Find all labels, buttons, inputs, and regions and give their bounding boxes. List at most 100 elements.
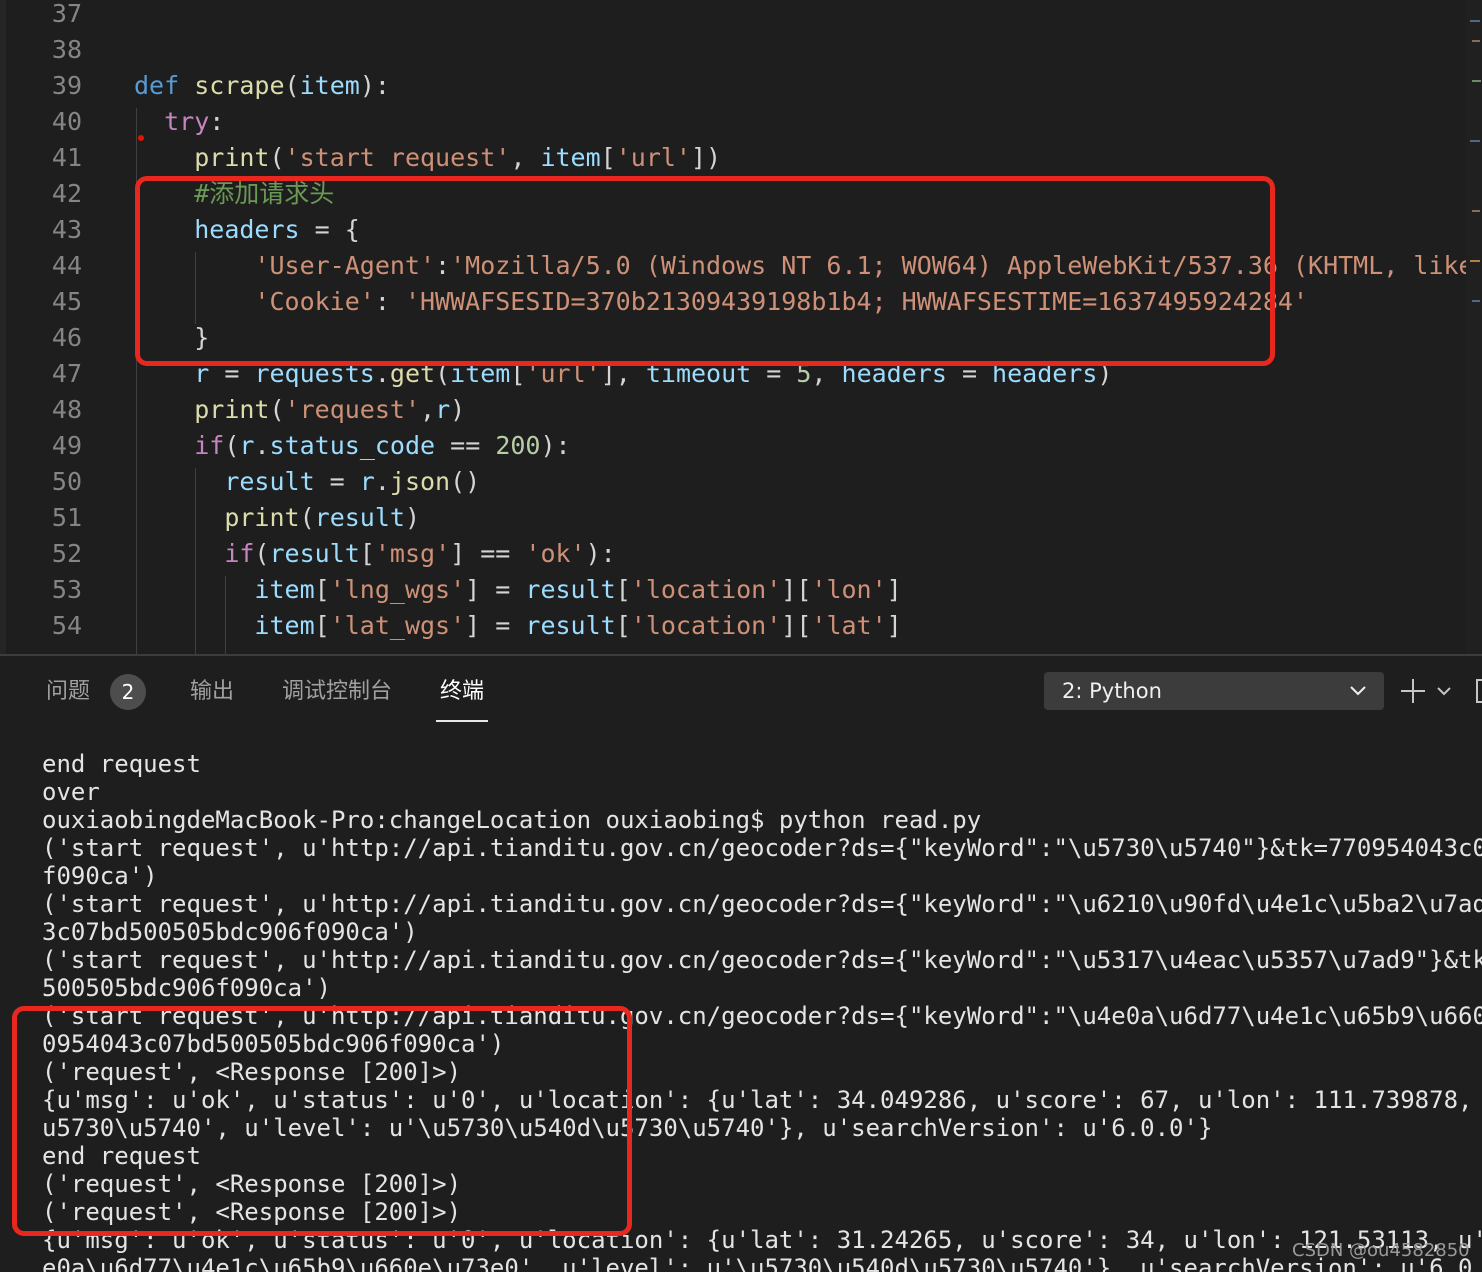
code-token: r xyxy=(359,467,375,496)
code-token: result xyxy=(224,467,315,496)
line-number: 37 xyxy=(51,0,82,28)
code-line: 50 result = r.json() xyxy=(0,464,1466,500)
code-token: . xyxy=(254,431,270,460)
line-number: 42 xyxy=(51,179,82,208)
line-number: 40 xyxy=(51,107,82,136)
line-number: 51 xyxy=(51,503,82,532)
code-text: print(result) xyxy=(134,500,420,536)
code-token: ( xyxy=(299,503,315,532)
code-token: ( xyxy=(224,431,240,460)
code-token: [ xyxy=(314,611,330,640)
code-editor[interactable]: 37 38 39 def scrape(item): 40 try: 41 print('… xyxy=(0,0,1482,654)
code-text: print('request',r) xyxy=(134,392,465,428)
code-token: ( xyxy=(284,71,300,100)
code-token: 'lng_wgs' xyxy=(329,575,466,604)
code-token: json xyxy=(389,467,451,496)
tab-output[interactable]: 输出 xyxy=(190,674,234,710)
code-token: 'msg' xyxy=(374,539,451,568)
tab-terminal[interactable]: 终端 xyxy=(440,674,484,710)
code-token: 'location' xyxy=(630,575,782,604)
terminal-line: ouxiaobingdeMacBook-Pro:changeLocation o… xyxy=(42,806,982,834)
terminal-line: 3c07bd500505bdc906f090ca') xyxy=(42,918,418,946)
code-token: r xyxy=(239,431,255,460)
code-text: try: xyxy=(134,104,224,140)
code-text: item['lng_wgs'] = result['location']['lo… xyxy=(134,572,902,608)
code-token: [ xyxy=(359,539,375,568)
code-token: scrape xyxy=(194,71,285,100)
code-token: 'url' xyxy=(615,143,691,172)
terminal-line: ('start request', u'http://api.tianditu.… xyxy=(42,834,1482,862)
code-text: if(result['msg'] == 'ok'): xyxy=(134,536,616,572)
line-number: 52 xyxy=(51,539,82,568)
code-token: ] xyxy=(886,611,902,640)
code-token: result xyxy=(314,503,405,532)
indent-guide xyxy=(225,576,226,654)
code-token: [ xyxy=(615,575,631,604)
tab-debug-console[interactable]: 调试控制台 xyxy=(282,674,392,710)
line-number: 45 xyxy=(51,287,82,316)
code-token: ] xyxy=(886,575,902,604)
code-token: ][ xyxy=(781,575,812,604)
code-line: 54 item['lat_wgs'] = result['location'][… xyxy=(0,608,1466,644)
line-number: 47 xyxy=(51,359,82,388)
code-token: 'location' xyxy=(630,611,782,640)
code-token: ( xyxy=(254,539,270,568)
code-token: item xyxy=(254,575,315,604)
split-terminal-icon[interactable] xyxy=(1474,676,1482,706)
code-line: 40 try: xyxy=(0,104,1466,140)
terminal-select-dropdown[interactable]: 2: Python xyxy=(1044,672,1384,710)
line-number: 54 xyxy=(51,611,82,640)
line-number: 44 xyxy=(51,251,82,280)
code-token: : xyxy=(209,107,225,136)
code-token: ] = xyxy=(465,611,526,640)
code-token: , xyxy=(420,395,436,424)
highlight-box-responses xyxy=(12,1006,632,1236)
code-token: item xyxy=(299,71,360,100)
terminal-select-value: 2: Python xyxy=(1062,679,1162,703)
code-token: result xyxy=(525,611,616,640)
code-token: ( xyxy=(269,395,285,424)
plus-icon[interactable] xyxy=(1398,674,1428,708)
tab-problems[interactable]: 问题 xyxy=(46,674,90,710)
problems-count-badge: 2 xyxy=(110,674,146,710)
code-token: == xyxy=(435,431,496,460)
code-token: = xyxy=(314,467,360,496)
code-token: result xyxy=(525,575,616,604)
code-token: def xyxy=(134,71,195,100)
line-number: 38 xyxy=(51,35,82,64)
line-number: 43 xyxy=(51,215,82,244)
minimap[interactable] xyxy=(1466,0,1482,654)
terminal-line: e0a\u6d77\u4e1c\u65b9\u660e\u73e0', u'le… xyxy=(42,1254,1482,1272)
code-token: item xyxy=(254,611,315,640)
code-line: 39 def scrape(item): xyxy=(0,68,1466,104)
line-number: 39 xyxy=(51,71,82,100)
breakpoint-dot[interactable] xyxy=(138,135,144,141)
terminal-line: over xyxy=(42,778,100,806)
code-token: status_code xyxy=(269,431,436,460)
line-number: 53 xyxy=(51,575,82,604)
code-token: ): xyxy=(540,431,571,460)
code-text: item['lat_wgs'] = result['location']['la… xyxy=(134,608,902,644)
terminal-line: f090ca') xyxy=(42,862,158,890)
code-token: r xyxy=(435,395,451,424)
code-token: print xyxy=(224,503,300,532)
code-line: 52 if(result['msg'] == 'ok'): xyxy=(0,536,1466,572)
code-line: 41 print('start request', item['url']) xyxy=(0,140,1466,176)
code-line: 49 if(r.status_code == 200): xyxy=(0,428,1466,464)
code-text: if(r.status_code == 200): xyxy=(134,428,571,464)
line-number: 49 xyxy=(51,431,82,460)
code-token: if xyxy=(224,539,255,568)
code-token: ( xyxy=(269,143,285,172)
code-token: ): xyxy=(585,539,616,568)
code-token: 'ok' xyxy=(525,539,586,568)
chevron-down-icon[interactable] xyxy=(1434,674,1454,708)
code-line: 51 print(result) xyxy=(0,500,1466,536)
code-token: 'lat_wgs' xyxy=(329,611,466,640)
code-token: ][ xyxy=(781,611,812,640)
code-token: if xyxy=(194,431,225,460)
code-token: 'lat' xyxy=(811,611,887,640)
